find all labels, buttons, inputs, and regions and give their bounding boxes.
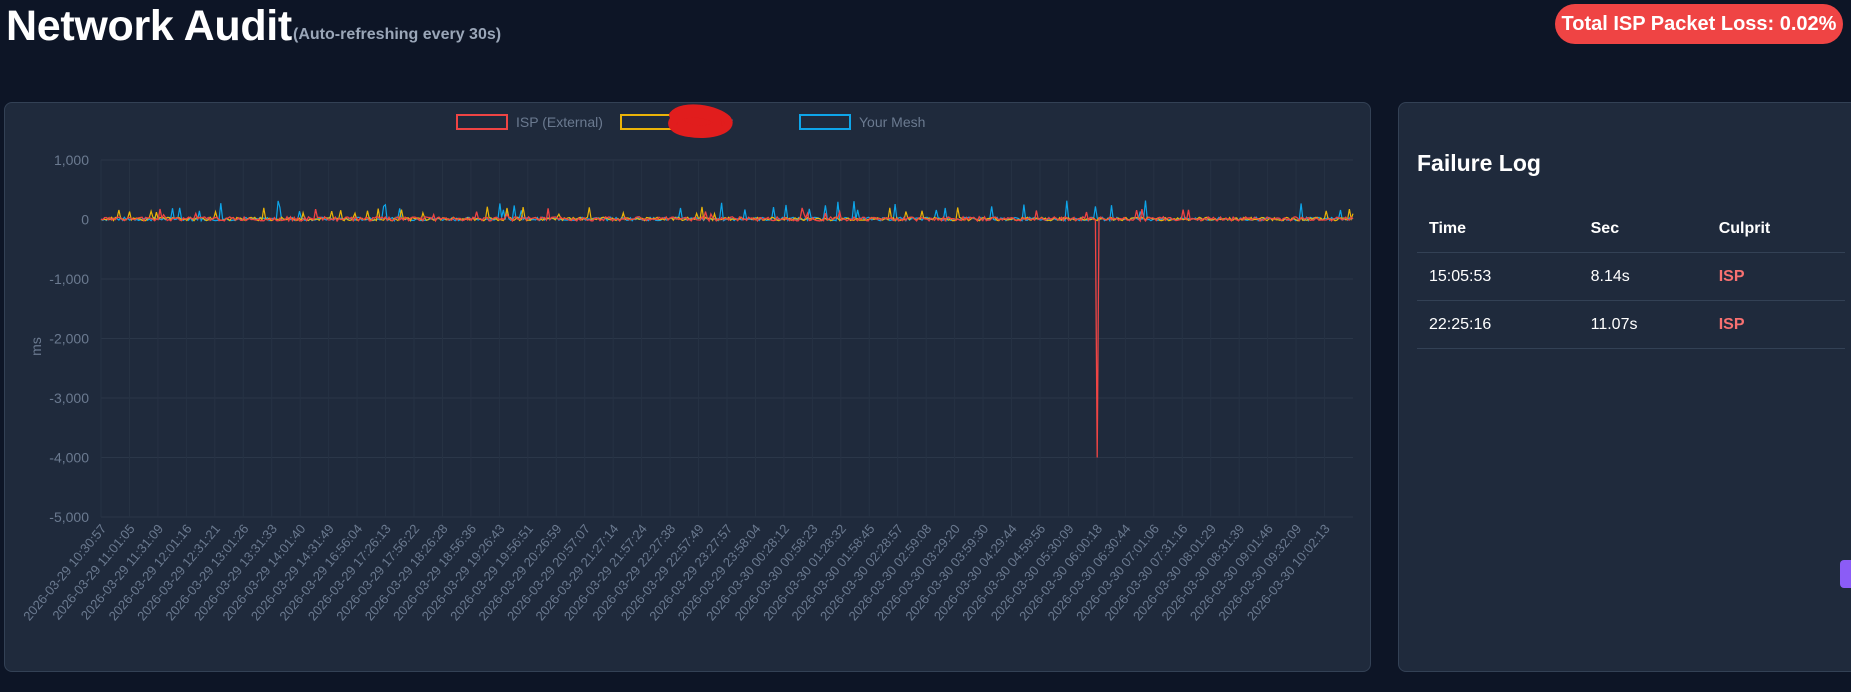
legend-swatch: [456, 114, 508, 130]
column-header-culprit: Culprit: [1706, 205, 1845, 253]
y-tick-label: -5,000: [49, 509, 89, 525]
row-time: 15:05:53: [1417, 252, 1579, 301]
legend-swatch: [799, 114, 851, 130]
y-tick-label: 1,000: [54, 152, 89, 168]
row-culprit: ISP: [1706, 252, 1845, 301]
legend-label: Your Mesh: [859, 114, 925, 130]
side-feedback-tab[interactable]: [1840, 560, 1851, 588]
failure-log-header-row: Time Sec Culprit: [1417, 205, 1845, 253]
table-row: 15:05:53 8.14s ISP: [1417, 252, 1845, 301]
latency-chart: 1,0000-1,000-2,000-3,000-4,000-5,0002026…: [20, 104, 1354, 623]
latency-chart-card: 1,000 0 -1,000 -2,000 -3,000 -4,000 -5,000 2026…: [4, 102, 1371, 672]
page-title: Network Audit: [6, 2, 292, 50]
row-sec: 11.07s: [1578, 300, 1707, 349]
row-time: 22:25:16: [1417, 300, 1579, 349]
refresh-subtitle: (Auto-refreshing every 30s): [293, 26, 502, 43]
redaction-mark: [668, 104, 733, 138]
column-header-time: Time: [1417, 205, 1579, 253]
y-tick-label: -4,000: [49, 450, 89, 466]
legend-swatch: [620, 114, 672, 130]
failure-log-table: Time Sec Culprit 15:05:53 8.14s ISP 22:2…: [1417, 205, 1845, 349]
y-tick-label: -3,000: [49, 390, 89, 406]
failure-log-card: Failure Log Time Sec Culprit 15:05:53 8.…: [1398, 102, 1851, 672]
failure-log-title: Failure Log: [1417, 150, 1541, 176]
y-axis-title: ms: [28, 337, 44, 356]
row-sec: 8.14s: [1578, 252, 1707, 301]
packet-loss-badge: Total ISP Packet Loss: 0.02%: [1555, 4, 1843, 44]
y-tick-label: -2,000: [49, 331, 89, 347]
y-tick-label: -1,000: [49, 271, 89, 287]
y-tick-label: 0: [81, 212, 89, 228]
table-row: 22:25:16 11.07s ISP: [1417, 300, 1845, 349]
column-header-sec: Sec: [1578, 205, 1707, 253]
row-culprit: ISP: [1706, 300, 1845, 349]
legend-label: ISP (External): [516, 114, 603, 130]
